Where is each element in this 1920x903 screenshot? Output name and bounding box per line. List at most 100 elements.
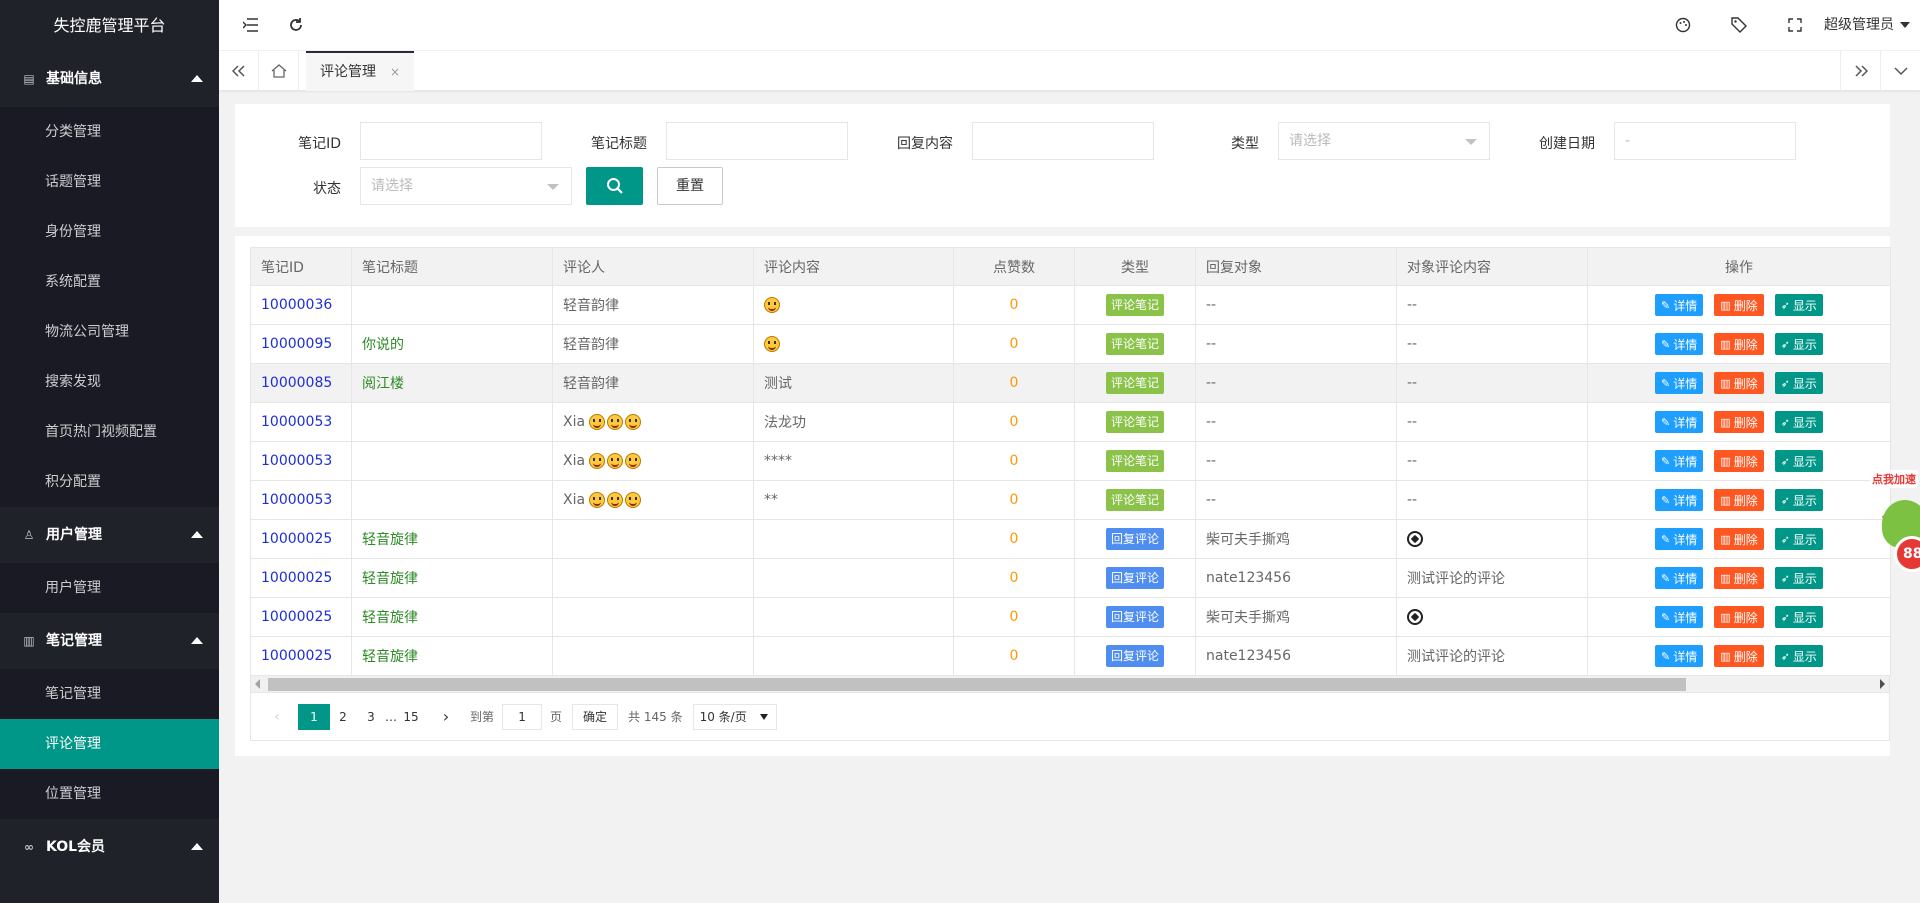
scroll-thumb[interactable] <box>268 678 1686 691</box>
show-button[interactable]: ➶ 显示 <box>1774 333 1823 355</box>
note-id-link[interactable]: 10000036 <box>261 297 332 313</box>
sidebar-group-header[interactable]: ♙ 用户管理 <box>0 507 219 563</box>
note-id-link[interactable]: 10000085 <box>261 375 332 391</box>
note-id-input[interactable] <box>360 122 542 160</box>
delete-button[interactable]: ▥ 删除 <box>1714 645 1764 667</box>
sidebar-group-header[interactable]: ▥ 笔记管理 <box>0 613 219 669</box>
note-title-link[interactable]: 轻音旋律 <box>362 571 418 587</box>
sidebar-item[interactable]: 话题管理 <box>0 157 219 207</box>
show-button[interactable]: ➶ 显示 <box>1774 489 1823 511</box>
note-title-link[interactable]: 你说的 <box>362 337 404 353</box>
delete-button[interactable]: ▥ 删除 <box>1714 411 1764 433</box>
delete-button[interactable]: ▥ 删除 <box>1714 567 1764 589</box>
sidebar-group-header[interactable]: ∞ KOL会员 <box>0 819 219 875</box>
detail-button[interactable]: ✎ 详情 <box>1655 567 1704 589</box>
table-row[interactable]: 10000085 阅江楼 轻音韵律 测试 0 评论笔记 -- -- ✎ 详情 ▥ 删除 ➶ 显示 <box>250 363 1891 403</box>
tabs-dropdown-icon[interactable] <box>1880 51 1920 91</box>
detail-button[interactable]: ✎ 详情 <box>1655 528 1704 550</box>
show-button[interactable]: ➶ 显示 <box>1774 372 1823 394</box>
show-button[interactable]: ➶ 显示 <box>1774 567 1823 589</box>
detail-button[interactable]: ✎ 详情 <box>1655 645 1704 667</box>
goto-confirm-button[interactable]: 确定 <box>572 703 619 730</box>
show-button[interactable]: ➶ 显示 <box>1774 606 1823 628</box>
delete-button[interactable]: ▥ 删除 <box>1714 372 1764 394</box>
sidebar-item[interactable]: 搜索发现 <box>0 357 219 407</box>
table-row[interactable]: 10000053 Xia **** 0 评论笔记 -- -- ✎ 详情 ▥ 删除 ➶ 显示 <box>250 441 1891 481</box>
note-id-link[interactable]: 10000025 <box>261 570 332 586</box>
tabs-scroll-right-icon[interactable] <box>1840 51 1880 91</box>
page-number[interactable]: 1 <box>298 703 330 730</box>
page-number[interactable]: 3 <box>356 704 386 730</box>
sidebar-item[interactable]: 分类管理 <box>0 107 219 157</box>
theme-icon[interactable] <box>1672 14 1694 36</box>
note-id-link[interactable]: 10000025 <box>261 531 332 547</box>
fullscreen-icon[interactable] <box>1784 14 1806 36</box>
show-button[interactable]: ➶ 显示 <box>1774 645 1823 667</box>
type-select[interactable]: 请选择 <box>1278 122 1490 160</box>
status-select[interactable]: 请选择 <box>360 167 572 205</box>
speedup-widget[interactable]: 点我加速 88 <box>1864 470 1920 590</box>
note-title-link[interactable]: 阅江楼 <box>362 376 404 392</box>
created-date-input[interactable]: - <box>1614 122 1796 160</box>
note-title-link[interactable]: 轻音旋律 <box>362 532 418 548</box>
page-number[interactable]: 2 <box>328 704 358 730</box>
sidebar-item[interactable]: 物流公司管理 <box>0 307 219 357</box>
delete-button[interactable]: ▥ 删除 <box>1714 606 1764 628</box>
search-button[interactable] <box>586 167 643 205</box>
show-button[interactable]: ➶ 显示 <box>1774 450 1823 472</box>
note-id-link[interactable]: 10000053 <box>261 492 332 508</box>
sidebar-item[interactable]: 系统配置 <box>0 257 219 307</box>
delete-button[interactable]: ▥ 删除 <box>1714 450 1764 472</box>
detail-button[interactable]: ✎ 详情 <box>1655 294 1704 316</box>
sidebar-item[interactable]: 位置管理 <box>0 769 219 819</box>
delete-button[interactable]: ▥ 删除 <box>1714 294 1764 316</box>
prev-page-icon[interactable]: ‹ <box>262 704 292 730</box>
scroll-left-arrow-icon[interactable] <box>255 679 260 689</box>
note-id-link[interactable]: 10000095 <box>261 336 332 352</box>
goto-page-input[interactable]: 1 <box>502 703 543 730</box>
detail-button[interactable]: ✎ 详情 <box>1655 606 1704 628</box>
show-button[interactable]: ➶ 显示 <box>1774 528 1823 550</box>
detail-button[interactable]: ✎ 详情 <box>1655 450 1704 472</box>
table-row[interactable]: 10000053 Xia 法龙功 0 评论笔记 -- -- ✎ 详情 ▥ 删除 ➶ 显示 <box>250 402 1891 442</box>
table-row[interactable]: 10000025 轻音旋律 0 回复评论 nate123456 测试评论的评论 ✎ 详情 ▥ 删除… <box>250 636 1891 676</box>
page-last[interactable]: 15 <box>396 704 426 730</box>
table-row[interactable]: 10000036 轻音韵律 0 评论笔记 -- -- ✎ 详情 ▥ 删除 ➶ 显示 <box>250 285 1891 325</box>
home-icon[interactable] <box>259 51 299 91</box>
note-id-link[interactable]: 10000053 <box>261 453 332 469</box>
tag-icon[interactable] <box>1728 14 1750 36</box>
detail-button[interactable]: ✎ 详情 <box>1655 411 1704 433</box>
table-row[interactable]: 10000053 Xia ** 0 评论笔记 -- -- ✎ 详情 ▥ 删除 ➶ 显示 <box>250 480 1891 520</box>
reset-button[interactable]: 重置 <box>657 167 723 205</box>
note-title-link[interactable]: 轻音旋律 <box>362 610 418 626</box>
table-row[interactable]: 10000025 轻音旋律 0 回复评论 nate123456 测试评论的评论 ✎ 详情 ▥ 删除… <box>250 558 1891 598</box>
page-size-select[interactable]: 10 条/页 <box>692 703 777 730</box>
user-menu[interactable]: 超级管理员 <box>1824 0 1910 51</box>
sidebar-item[interactable]: 首页热门视频配置 <box>0 407 219 457</box>
note-title-link[interactable]: 轻音旋律 <box>362 649 418 665</box>
table-row[interactable]: 10000025 轻音旋律 0 回复评论 柴可夫手撕鸡 ✎ 详情 ▥ 删除 ➶ 显示 <box>250 597 1891 637</box>
tabs-scroll-left-icon[interactable] <box>219 51 259 91</box>
reply-content-input[interactable] <box>972 122 1154 160</box>
detail-button[interactable]: ✎ 详情 <box>1655 372 1704 394</box>
refresh-icon[interactable] <box>285 14 307 36</box>
sidebar-item[interactable]: 笔记管理 <box>0 669 219 719</box>
note-id-link[interactable]: 10000053 <box>261 414 332 430</box>
sidebar-item[interactable]: 积分配置 <box>0 457 219 507</box>
note-id-link[interactable]: 10000025 <box>261 648 332 664</box>
sidebar-item[interactable]: 用户管理 <box>0 563 219 613</box>
note-title-input[interactable] <box>666 122 848 160</box>
show-button[interactable]: ➶ 显示 <box>1774 294 1823 316</box>
note-id-link[interactable]: 10000025 <box>261 609 332 625</box>
delete-button[interactable]: ▥ 删除 <box>1714 489 1764 511</box>
show-button[interactable]: ➶ 显示 <box>1774 411 1823 433</box>
sidebar-item[interactable]: 身份管理 <box>0 207 219 257</box>
sidebar-item[interactable]: 评论管理 <box>0 719 219 769</box>
delete-button[interactable]: ▥ 删除 <box>1714 333 1764 355</box>
tab-comment-management[interactable]: 评论管理 × <box>306 51 415 91</box>
scroll-right-arrow-icon[interactable] <box>1880 679 1885 689</box>
sidebar-group-header[interactable]: ▤ 基础信息 <box>0 51 219 107</box>
table-row[interactable]: 10000095 你说的 轻音韵律 0 评论笔记 -- -- ✎ 详情 ▥ 删除 ➶ 显示 <box>250 324 1891 364</box>
next-page-icon[interactable]: › <box>431 704 461 730</box>
detail-button[interactable]: ✎ 详情 <box>1655 333 1704 355</box>
